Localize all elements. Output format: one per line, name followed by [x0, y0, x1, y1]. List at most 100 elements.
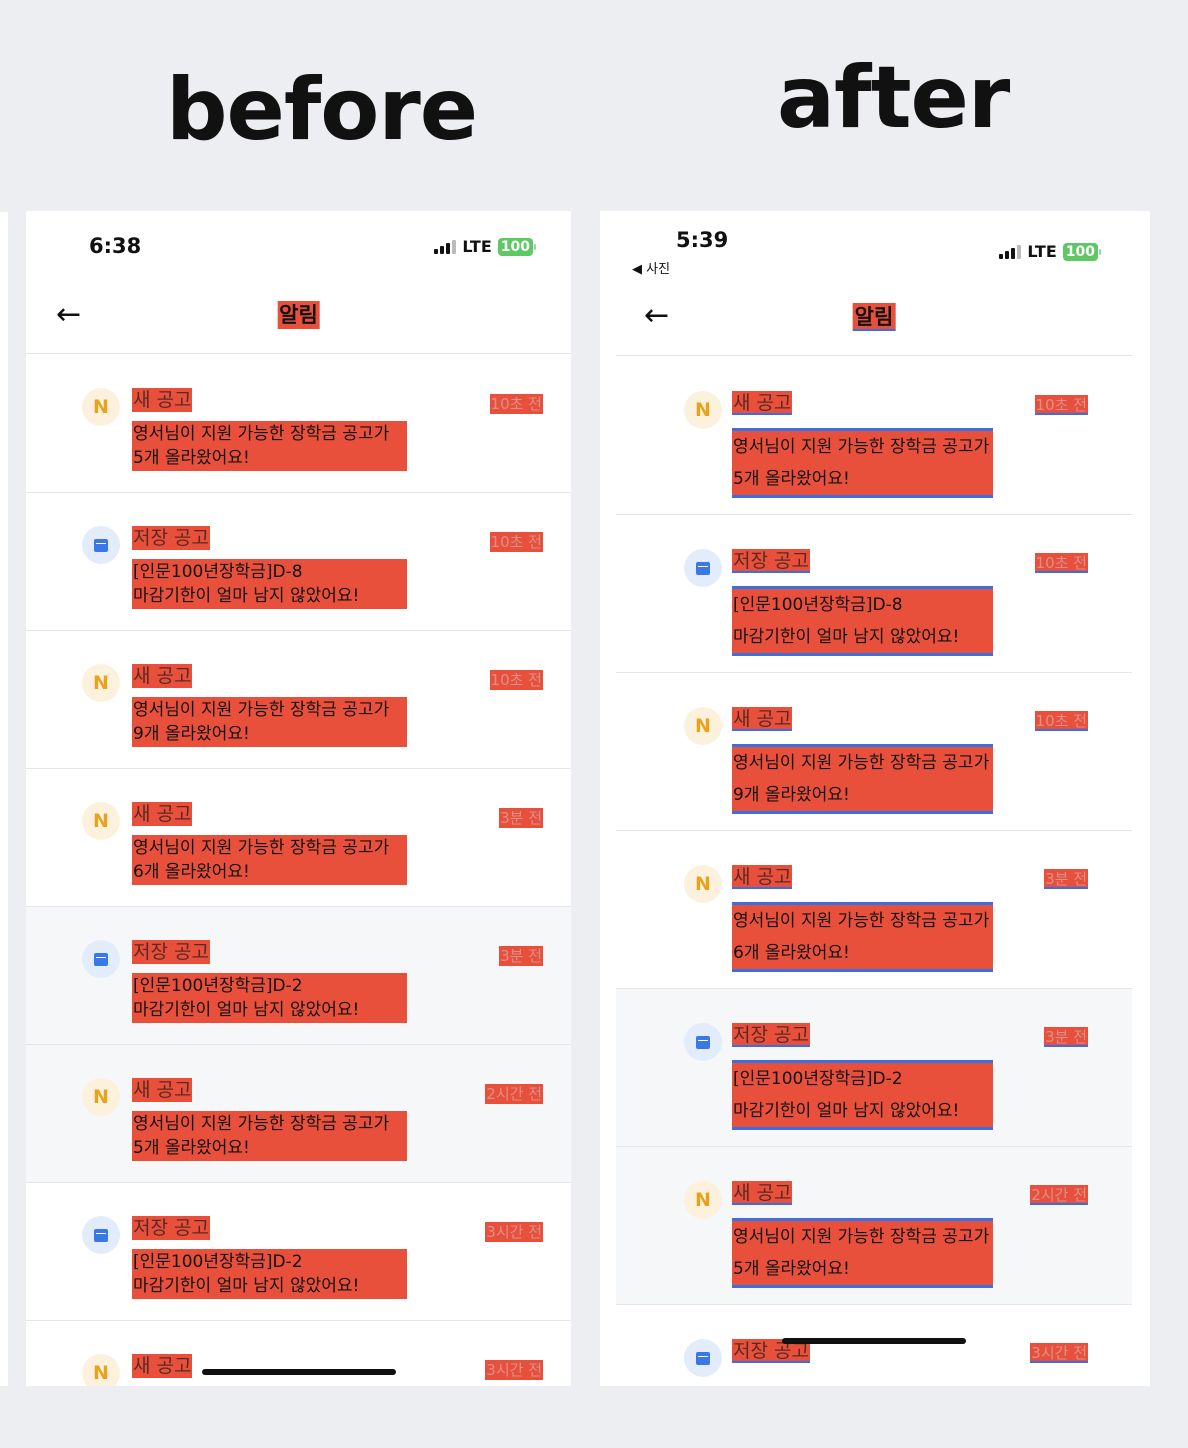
signal-icon [999, 244, 1022, 259]
notification-time: 10초 전 [489, 532, 543, 552]
message-line: 마감기한이 얼마 남지 않았어요! [733, 627, 960, 647]
calendar-glyph [696, 1351, 710, 1365]
notification-item[interactable]: N 새 공고영서님이 지원 가능한 장학금 공고가 5개 올라왔어요! 2시간 전 [26, 1045, 571, 1183]
notification-message: [인문100년장학금]D-2 마감기한이 얼마 남지 않았어요! [132, 1249, 407, 1299]
notification-time: 3분 전 [1044, 869, 1088, 889]
message-line: 영서님이 지원 가능한 장학금 공고가 [733, 437, 990, 457]
notification-time: 10초 전 [489, 670, 543, 690]
notification-item[interactable]: N 새 공고 영서님이 지원 가능한 장학금 공고가 6개 올라왔어요! 3분 전 [616, 831, 1132, 989]
arrow-left-icon[interactable]: ← [56, 300, 81, 330]
new-notice-icon: N [82, 802, 120, 840]
notification-message: 영서님이 지원 가능한 장학금 공고가 5개 올라왔어요! [732, 1218, 993, 1288]
page-title: 알림 [852, 303, 896, 331]
calendar-icon [82, 940, 120, 978]
adjacent-panel-edge [0, 212, 8, 1386]
home-indicator[interactable] [782, 1338, 966, 1344]
new-notice-icon: N [82, 1078, 120, 1116]
notification-item[interactable]: N 새 공고 영서님이 지원 가능한 장학금 공고가 5개 올라왔어요! 10초 전 [616, 357, 1132, 515]
notification-list: N새 공고 영서님이 지원 가능한 장학금 공고가 5개 올라왔어요! 10초 전 저장… [616, 357, 1132, 1386]
notification-message: [인문100년장학금]D-2 마감기한이 얼마 남지 않았어요! [732, 1060, 993, 1130]
page-title: 알림 [277, 301, 320, 329]
notification-time: 3시간 전 [1030, 1343, 1088, 1363]
notification-type: 새 공고 [732, 707, 793, 731]
arrow-left-icon[interactable]: ← [644, 301, 669, 331]
message-line: [인문100년장학금]D-2 [133, 976, 303, 996]
notification-item[interactable]: N 새 공고 3시간 전 [26, 1321, 571, 1386]
notification-time: 10초 전 [1034, 711, 1088, 731]
new-notice-icon: N [82, 388, 120, 426]
battery-icon: 100 [1062, 242, 1102, 261]
notification-message: [인문100년장학금]D-8 마감기한이 얼마 남지 않았어요! [132, 559, 407, 609]
message-line: 마감기한이 얼마 남지 않았어요! [133, 586, 360, 606]
notification-type: 새 공고 [132, 802, 193, 826]
notification-item[interactable]: 저장 공고 3시간 전 [616, 1305, 1132, 1386]
notification-type: 새 공고 [732, 865, 793, 889]
notification-time: 3시간 전 [485, 1222, 543, 1242]
signal-icon [434, 239, 457, 254]
calendar-glyph [94, 538, 108, 552]
home-indicator[interactable] [202, 1369, 396, 1375]
calendar-glyph [696, 1035, 710, 1049]
status-indicators: LTE 100 [999, 242, 1102, 261]
message-line: 마감기한이 얼마 남지 않았어요! [133, 1276, 360, 1296]
app-header: ← 알림 [616, 283, 1132, 356]
notification-time: 3분 전 [499, 946, 543, 966]
notification-message: 영서님이 지원 가능한 장학금 공고가 9개 올라왔어요! [732, 744, 993, 814]
status-time: 6:38 [89, 234, 142, 258]
status-time: 5:39 [676, 228, 729, 252]
message-line: 5개 올라왔어요! [733, 1259, 850, 1279]
notification-type: 저장 공고 [132, 1216, 210, 1240]
notification-message: 영서님이 지원 가능한 장학금 공고가 9개 올라왔어요! [132, 697, 407, 747]
app-header: ← 알림 [26, 281, 571, 354]
message-line: [인문100년장학금]D-8 [733, 595, 903, 615]
notification-item[interactable]: 저장 공고 [인문100년장학금]D-2 마감기한이 얼마 남지 않았어요! 3분 전 [26, 907, 571, 1045]
message-line: 영서님이 지원 가능한 장학금 공고가 [133, 838, 390, 858]
new-notice-icon: N [684, 391, 722, 429]
calendar-icon [684, 549, 722, 587]
back-to-photos-link[interactable]: ◀ 사진 [632, 258, 670, 277]
notification-time: 10초 전 [1034, 395, 1088, 415]
notification-item[interactable]: N 새 공고영서님이 지원 가능한 장학금 공고가 9개 올라왔어요! 10초 전 [616, 673, 1132, 831]
notification-type: 저장 공고 [132, 940, 210, 964]
notification-time: 2시간 전 [1030, 1185, 1088, 1205]
new-notice-icon: N [82, 1354, 120, 1386]
notification-item[interactable]: 저장 공고 [인문100년장학금]D-8 마감기한이 얼마 남지 않았어요! 10초 … [616, 515, 1132, 673]
new-notice-icon: N [684, 707, 722, 745]
notification-item[interactable]: 저장 공고 [인문100년장학금]D-8 마감기한이 얼마 남지 않았어요! 10초 … [26, 493, 571, 631]
notification-type: 새 공고 [732, 1181, 793, 1205]
notification-item[interactable]: 저장 공고 [인문100년장학금]D-2 마감기한이 얼마 남지 않았어요! 3시간 … [26, 1183, 571, 1321]
notification-message: 영서님이 지원 가능한 장학금 공고가 5개 올라왔어요! [132, 1111, 407, 1161]
message-line: 영서님이 지원 가능한 장학금 공고가 [133, 700, 390, 720]
notification-time: 10초 전 [489, 394, 543, 414]
message-line: 5개 올라왔어요! [133, 448, 250, 468]
status-indicators: LTE 100 [434, 237, 537, 256]
network-type: LTE [462, 237, 492, 256]
message-line: 6개 올라왔어요! [733, 943, 850, 963]
calendar-glyph [94, 952, 108, 966]
notification-type: 새 공고 [132, 388, 193, 412]
notification-item[interactable]: N 새 공고 영서님이 지원 가능한 장학금 공고가 9개 올라왔어요! 10초 전 [26, 631, 571, 769]
notification-message: 영서님이 지원 가능한 장학금 공고가 5개 올라왔어요! [732, 428, 993, 498]
notification-message: [인문100년장학금]D-8 마감기한이 얼마 남지 않았어요! [732, 586, 993, 656]
calendar-icon [82, 526, 120, 564]
notification-time: 3시간 전 [485, 1360, 543, 1380]
message-line: 마감기한이 얼마 남지 않았어요! [733, 1101, 960, 1121]
message-line: 6개 올라왔어요! [133, 862, 250, 882]
notification-item[interactable]: N 새 공고 영서님이 지원 가능한 장학금 공고가 5개 올라왔어요! 10초 전 [26, 355, 571, 493]
notification-message: 영서님이 지원 가능한 장학금 공고가 6개 올라왔어요! [132, 835, 407, 885]
calendar-glyph [696, 561, 710, 575]
notification-item[interactable]: N 새 공고 영서님이 지원 가능한 장학금 공고가 6개 올라왔어요! 3분 전 [26, 769, 571, 907]
notification-type: 새 공고 [132, 1354, 193, 1378]
notification-type: 새 공고 [132, 1078, 193, 1102]
notification-item[interactable]: 저장 공고 [인문100년장학금]D-2 마감기한이 얼마 남지 않았어요! 3분 전 [616, 989, 1132, 1147]
message-line: [인문100년장학금]D-2 [733, 1069, 903, 1089]
notification-item[interactable]: N 새 공고 영서님이 지원 가능한 장학금 공고가 5개 올라왔어요! 2시간 전 [616, 1147, 1132, 1305]
message-line: [인문100년장학금]D-8 [133, 562, 303, 582]
notification-time: 2시간 전 [485, 1084, 543, 1104]
calendar-icon [82, 1216, 120, 1254]
notification-list: N새 공고 영서님이 지원 가능한 장학금 공고가 5개 올라왔어요! 10초 전 저장… [26, 355, 571, 1386]
notification-message: [인문100년장학금]D-2 마감기한이 얼마 남지 않았어요! [132, 973, 407, 1023]
after-label: after [777, 48, 1010, 148]
message-line: 영서님이 지원 가능한 장학금 공고가 [733, 1227, 990, 1247]
notification-type: 저장 공고 [732, 549, 810, 573]
